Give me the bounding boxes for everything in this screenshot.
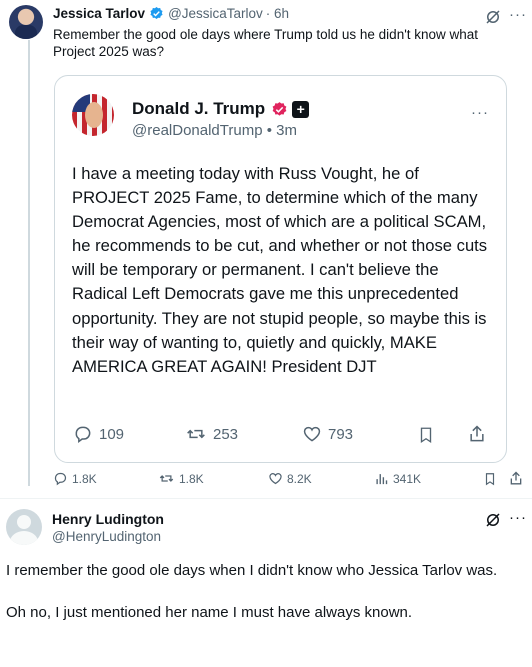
quoted-restruth-count: 253: [213, 425, 239, 443]
verified-badge-icon: [272, 101, 287, 116]
author-handle[interactable]: @JessicaTarlov: [168, 6, 263, 21]
reply-tweet[interactable]: Henry Ludington @HenryLudington ··· I re…: [0, 499, 532, 667]
repost-icon: [187, 429, 205, 439]
views-action[interactable]: 341K: [374, 471, 421, 486]
author-name[interactable]: Henry Ludington: [52, 511, 164, 527]
tweet-header: Jessica Tarlov @JessicaTarlov · 6h: [53, 6, 289, 21]
reply-count: 1.8K: [72, 471, 97, 486]
bookmark-icon[interactable]: [483, 471, 497, 487]
quoted-restruth-action[interactable]: 253: [185, 424, 238, 444]
reply-action[interactable]: 1.8K: [53, 471, 97, 486]
author-name[interactable]: Jessica Tarlov: [53, 6, 145, 21]
quoted-author-name[interactable]: Donald J. Trump: [132, 99, 265, 119]
quoted-post-card[interactable]: Donald J. Trump + @realDonaldTrump • 3m …: [54, 75, 507, 463]
avatar[interactable]: [72, 94, 114, 136]
more-icon[interactable]: ···: [509, 6, 527, 23]
reply-text: I remember the good ole days when I didn…: [6, 560, 516, 644]
views-count: 341K: [393, 471, 422, 486]
quoted-like-count: 793: [328, 425, 354, 443]
quoted-handle-row: @realDonaldTrump • 3m: [132, 122, 297, 139]
share-icon[interactable]: [508, 470, 524, 487]
quoted-author-handle[interactable]: @realDonaldTrump: [132, 122, 263, 139]
plus-badge-icon: +: [292, 100, 310, 118]
more-icon[interactable]: ···: [471, 104, 489, 121]
reply-icon: [54, 472, 67, 486]
verified-badge-icon: [150, 6, 163, 19]
like-count: 8.2K: [287, 471, 312, 486]
timestamp[interactable]: · 6h: [266, 6, 289, 21]
avatar[interactable]: [6, 509, 42, 545]
quoted-reply-count: 109: [99, 425, 125, 443]
tweet-text: Remember the good ole days where Trump t…: [53, 27, 479, 59]
more-icon[interactable]: ···: [509, 509, 527, 526]
reply-icon: [75, 426, 91, 443]
repost-icon: [159, 475, 174, 482]
share-icon[interactable]: [467, 423, 487, 445]
bookmark-icon[interactable]: [417, 425, 435, 445]
views-icon: [376, 474, 388, 485]
heart-icon: [303, 426, 321, 442]
quoted-reply-action[interactable]: 109: [73, 424, 124, 444]
tweet[interactable]: Jessica Tarlov @JessicaTarlov · 6h ··· R…: [0, 0, 532, 498]
avatar[interactable]: [9, 5, 43, 39]
quoted-timestamp: • 3m: [266, 122, 297, 139]
repost-action[interactable]: 1.8K: [158, 471, 204, 486]
quoted-post-text: I have a meeting today with Russ Vought,…: [72, 164, 488, 376]
reply-paragraph: I remember the good ole days when I didn…: [6, 562, 498, 579]
repost-count: 1.8K: [179, 471, 204, 486]
reply-paragraph: Oh no, I just mentioned her name I must …: [6, 604, 413, 621]
author-handle[interactable]: @HenryLudington: [52, 529, 161, 544]
grok-icon[interactable]: [484, 8, 502, 26]
like-action[interactable]: 8.2K: [268, 471, 312, 486]
grok-icon[interactable]: [484, 511, 502, 529]
quoted-like-action[interactable]: 793: [302, 424, 353, 444]
heart-icon: [269, 473, 282, 485]
quoted-author-row: Donald J. Trump +: [132, 99, 310, 119]
